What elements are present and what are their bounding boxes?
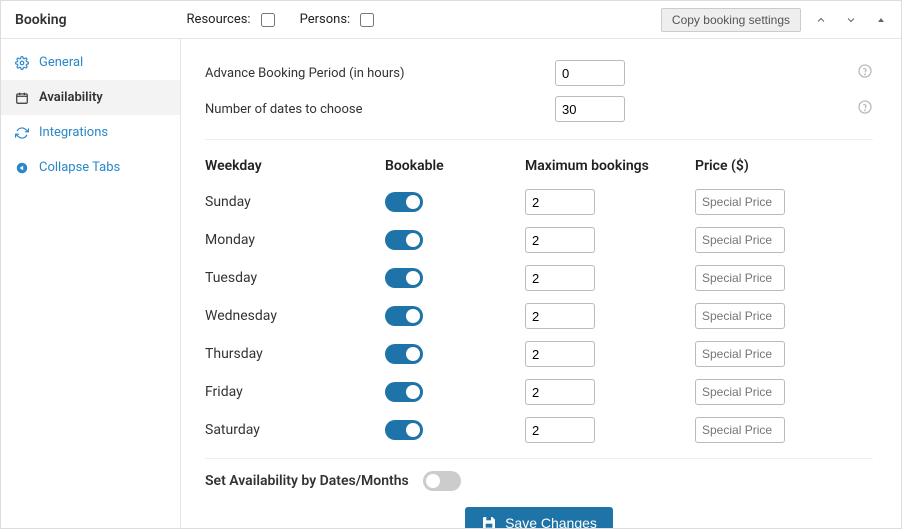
main-content: Advance Booking Period (in hours) Number… bbox=[181, 39, 901, 528]
max-bookings-input[interactable] bbox=[525, 379, 595, 405]
flag-group: Resources: Persons: bbox=[187, 10, 378, 30]
sidebar-item-integrations[interactable]: Integrations bbox=[1, 115, 180, 150]
col-price: Price ($) bbox=[695, 152, 873, 180]
resources-checkbox[interactable] bbox=[261, 13, 275, 27]
weekday-label: Tuesday bbox=[205, 267, 385, 289]
sidebar-item-label: General bbox=[39, 55, 83, 70]
resources-label: Resources: bbox=[187, 12, 251, 27]
special-price-input[interactable] bbox=[695, 303, 785, 329]
sidebar-item-general[interactable]: General bbox=[1, 45, 180, 80]
resources-flag[interactable]: Resources: bbox=[187, 10, 278, 30]
refresh-icon bbox=[15, 126, 29, 140]
bookable-toggle[interactable] bbox=[385, 306, 423, 326]
sidebar: General Availability Integrations Collap… bbox=[1, 39, 181, 528]
availability-table: Weekday Bookable Maximum bookings Price … bbox=[205, 152, 873, 446]
max-bookings-input[interactable] bbox=[525, 417, 595, 443]
collapse-panel-button[interactable] bbox=[871, 10, 891, 30]
divider bbox=[205, 458, 873, 459]
max-bookings-input[interactable] bbox=[525, 189, 595, 215]
divider bbox=[205, 139, 873, 140]
max-bookings-input[interactable] bbox=[525, 341, 595, 367]
body: General Availability Integrations Collap… bbox=[1, 39, 901, 528]
set-availability-toggle[interactable] bbox=[423, 471, 461, 491]
special-price-input[interactable] bbox=[695, 227, 785, 253]
dates-count-row: Number of dates to choose bbox=[205, 91, 873, 127]
persons-checkbox[interactable] bbox=[360, 13, 374, 27]
triangle-up-icon bbox=[875, 14, 887, 26]
save-row: Save Changes bbox=[205, 507, 873, 528]
col-bookable: Bookable bbox=[385, 152, 525, 180]
save-icon bbox=[481, 515, 497, 528]
weekday-label: Thursday bbox=[205, 343, 385, 365]
save-button-label: Save Changes bbox=[505, 515, 597, 528]
special-price-input[interactable] bbox=[695, 341, 785, 367]
set-availability-label: Set Availability by Dates/Months bbox=[205, 473, 409, 489]
max-bookings-input[interactable] bbox=[525, 227, 595, 253]
persons-label: Persons: bbox=[300, 12, 351, 27]
dates-count-input[interactable] bbox=[555, 96, 625, 122]
advance-booking-input[interactable] bbox=[555, 60, 625, 86]
chevron-down-icon bbox=[845, 14, 857, 26]
calendar-icon bbox=[15, 91, 29, 105]
weekday-label: Monday bbox=[205, 229, 385, 251]
weekday-label: Saturday bbox=[205, 419, 385, 441]
persons-flag[interactable]: Persons: bbox=[300, 10, 378, 30]
weekday-label: Sunday bbox=[205, 191, 385, 213]
help-icon[interactable] bbox=[857, 104, 873, 119]
copy-booking-settings-button[interactable]: Copy booking settings bbox=[661, 8, 801, 32]
collapse-icon bbox=[15, 161, 29, 175]
bookable-toggle[interactable] bbox=[385, 192, 423, 212]
max-bookings-input[interactable] bbox=[525, 303, 595, 329]
sidebar-item-label: Availability bbox=[39, 90, 103, 105]
col-weekday: Weekday bbox=[205, 152, 385, 180]
chevron-up-icon bbox=[815, 14, 827, 26]
set-availability-row: Set Availability by Dates/Months bbox=[205, 471, 873, 491]
special-price-input[interactable] bbox=[695, 417, 785, 443]
dates-count-label: Number of dates to choose bbox=[205, 102, 555, 117]
app-window: Booking Resources: Persons: Copy booking… bbox=[0, 0, 902, 529]
topbar: Booking Resources: Persons: Copy booking… bbox=[1, 1, 901, 39]
sidebar-item-label: Integrations bbox=[39, 125, 108, 140]
bookable-toggle[interactable] bbox=[385, 420, 423, 440]
weekday-label: Wednesday bbox=[205, 305, 385, 327]
special-price-input[interactable] bbox=[695, 189, 785, 215]
special-price-input[interactable] bbox=[695, 265, 785, 291]
bookable-toggle[interactable] bbox=[385, 344, 423, 364]
bookable-toggle[interactable] bbox=[385, 230, 423, 250]
save-changes-button[interactable]: Save Changes bbox=[465, 507, 613, 528]
sidebar-item-label: Collapse Tabs bbox=[39, 160, 120, 175]
sidebar-item-availability[interactable]: Availability bbox=[1, 80, 180, 115]
col-max: Maximum bookings bbox=[525, 152, 695, 180]
panel-title: Booking bbox=[15, 12, 67, 28]
sidebar-item-collapse-tabs[interactable]: Collapse Tabs bbox=[1, 150, 180, 185]
bookable-toggle[interactable] bbox=[385, 382, 423, 402]
move-down-button[interactable] bbox=[841, 10, 861, 30]
gear-icon bbox=[15, 56, 29, 70]
max-bookings-input[interactable] bbox=[525, 265, 595, 291]
help-icon[interactable] bbox=[857, 68, 873, 83]
move-up-button[interactable] bbox=[811, 10, 831, 30]
special-price-input[interactable] bbox=[695, 379, 785, 405]
advance-booking-label: Advance Booking Period (in hours) bbox=[205, 66, 555, 81]
weekday-label: Friday bbox=[205, 381, 385, 403]
bookable-toggle[interactable] bbox=[385, 268, 423, 288]
advance-booking-row: Advance Booking Period (in hours) bbox=[205, 55, 873, 91]
